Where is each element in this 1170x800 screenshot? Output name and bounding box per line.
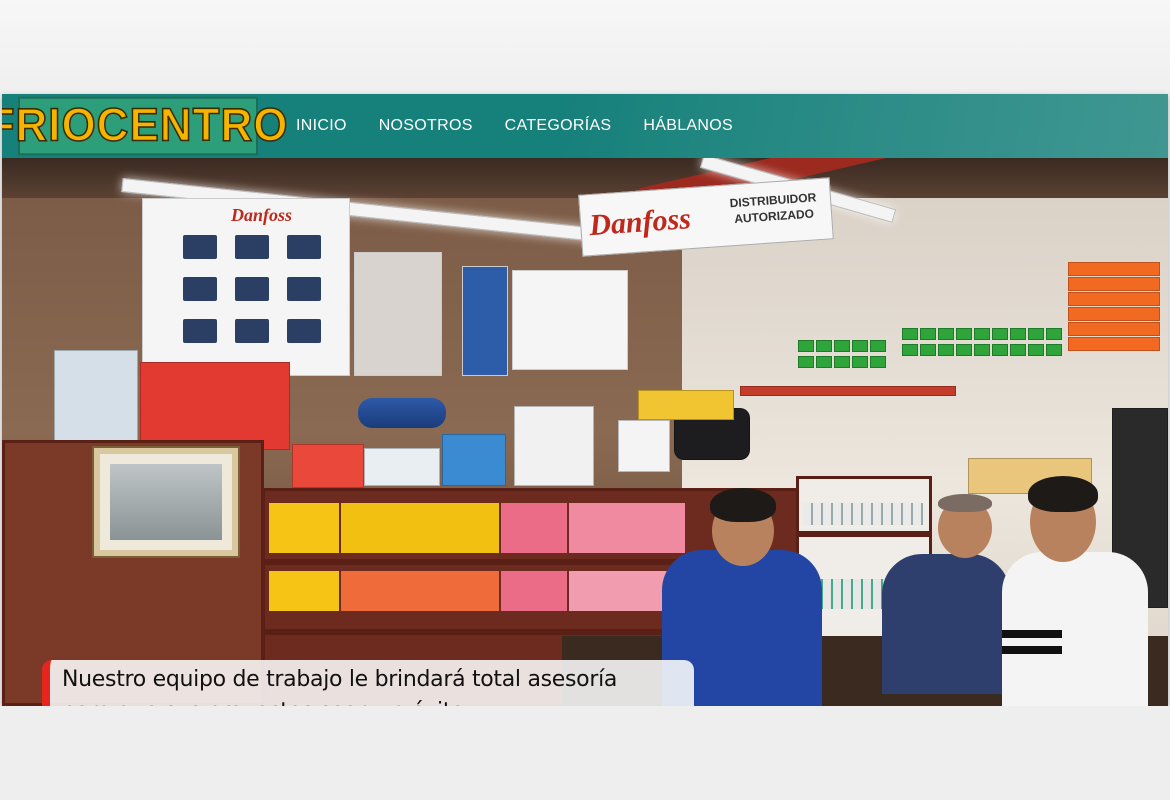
caption-line-1: Nuestro equipo de trabajo le brindará to… — [62, 667, 618, 692]
box-blue-2 — [442, 434, 506, 486]
box-blue — [54, 350, 138, 444]
box-stack-white-2 — [618, 420, 670, 472]
page-top-margin — [0, 0, 1170, 94]
hero-store-photo: Danfoss Danfoss DISTRIBUIDOR AUTORIZADO — [2, 94, 1168, 706]
bottle-row-1 — [803, 503, 923, 525]
orange-boxes — [1068, 262, 1160, 351]
green-boxes-2 — [798, 356, 886, 368]
friocentro-logo[interactable]: FRIOCENTRO — [2, 96, 288, 156]
framed-photo — [94, 448, 238, 556]
shelf-row-1 — [269, 503, 685, 553]
poster-2 — [354, 252, 442, 376]
product-poster: Danfoss — [142, 198, 350, 376]
sign-text: DISTRIBUIDOR AUTORIZADO — [718, 188, 830, 228]
box-stack-white — [514, 406, 594, 486]
page-bottom-margin — [0, 706, 1170, 800]
green-boxes-4 — [902, 344, 1062, 356]
nav-link-inicio[interactable]: INICIO — [280, 117, 363, 135]
poster-brand: Danfoss — [231, 205, 293, 225]
blue-cylinder — [358, 398, 446, 428]
poster-product-grid — [183, 235, 321, 343]
nav-links: INICIO NOSOTROS CATEGORÍAS HÁBLANOS — [280, 117, 749, 135]
green-boxes-1 — [798, 340, 886, 352]
box-yellow — [638, 390, 734, 420]
poster-4 — [512, 270, 628, 370]
website-frame: FRIOCENTRO INICIO NOSOTROS CATEGORÍAS HÁ… — [2, 94, 1168, 706]
box-red-small — [292, 444, 364, 488]
green-boxes-3 — [902, 328, 1062, 340]
wall-shelf — [740, 386, 956, 396]
nav-link-hablanos[interactable]: HÁBLANOS — [627, 117, 749, 135]
poster-3 — [462, 266, 508, 376]
box-white — [364, 448, 440, 486]
sign-brand-logo: Danfoss — [588, 202, 692, 243]
nav-link-nosotros[interactable]: NOSOTROS — [363, 117, 489, 135]
main-navbar: FRIOCENTRO INICIO NOSOTROS CATEGORÍAS HÁ… — [2, 94, 1168, 158]
caption-line-2: para que sus proyectos sean un éxito. — [62, 696, 682, 706]
nav-link-categorias[interactable]: CATEGORÍAS — [489, 117, 628, 135]
hero-caption: Nuestro equipo de trabajo le brindará to… — [42, 660, 694, 706]
shelf-row-2 — [269, 571, 685, 611]
box-red — [140, 362, 290, 450]
